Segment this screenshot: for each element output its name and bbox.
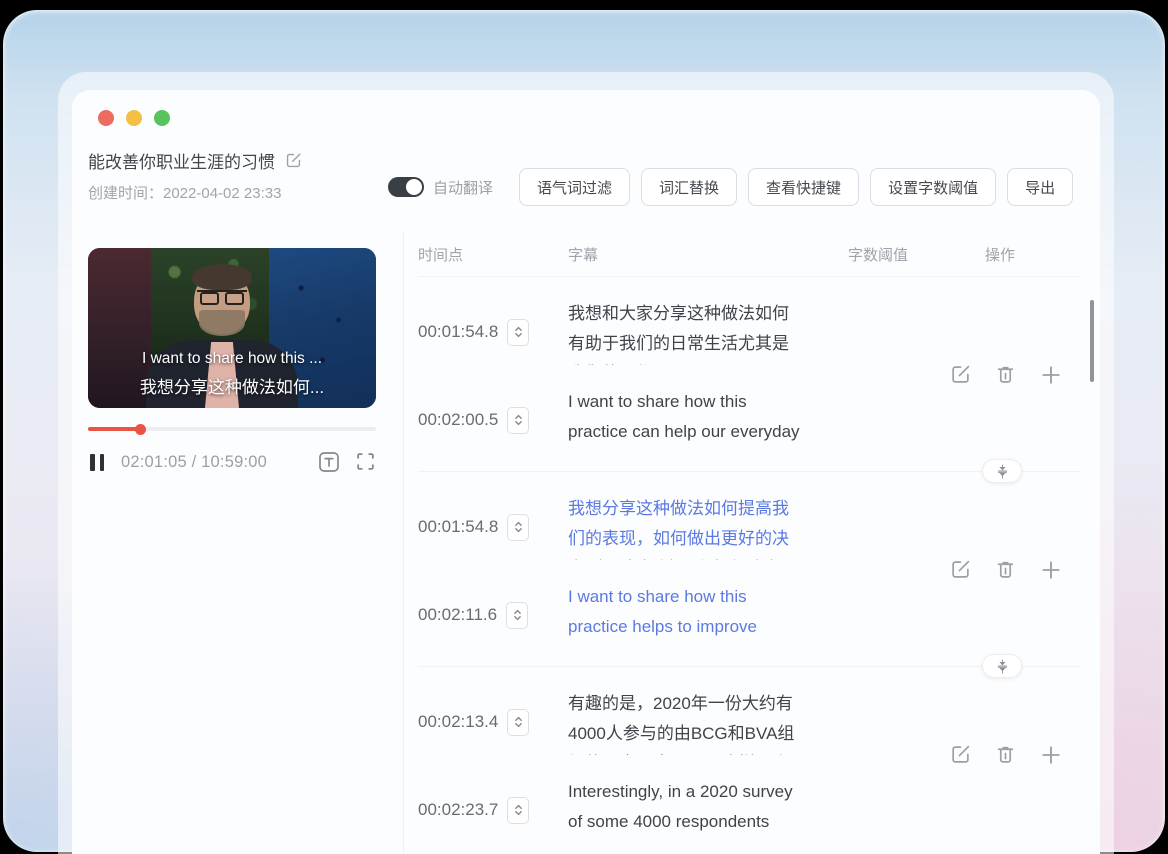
threshold-cell xyxy=(848,387,985,453)
subtitle-row: 00:01:54.8 我想分享这种做法如何提高我 们的表现，如何做出更好的决 定… xyxy=(418,472,1080,560)
progress-bar[interactable] xyxy=(88,423,376,435)
subtitle-text[interactable]: 我想分享这种做法如何提高我 们的表现，如何做出更好的决 定（无论大小），和如何建… xyxy=(568,494,848,560)
add-icon[interactable] xyxy=(1040,744,1062,766)
fullscreen-icon[interactable] xyxy=(355,451,376,473)
subtitle-text[interactable]: Interestingly, in a 2020 survey of some … xyxy=(568,777,848,843)
timestamp: 00:01:54.8 xyxy=(418,517,499,536)
creation-time: 创建时间：2022-04-02 23:33 xyxy=(88,185,282,202)
progress-fill xyxy=(88,427,140,431)
edit-title-icon[interactable] xyxy=(285,152,302,169)
delete-icon[interactable] xyxy=(995,559,1016,581)
add-icon[interactable] xyxy=(1040,364,1062,386)
playback-time: 02:01:05 / 10:59:00 xyxy=(121,452,268,471)
time-stepper[interactable] xyxy=(507,796,530,824)
row-actions xyxy=(950,364,1062,386)
subtitle-table: 时间点 字幕 字数阈值 操作 00:01:54.8 我想和大家分享这种做法如何 … xyxy=(404,232,1100,843)
threshold-cell xyxy=(848,777,985,843)
add-icon[interactable] xyxy=(1040,559,1062,581)
header-threshold: 字数阈值 xyxy=(848,246,909,264)
export-button[interactable]: 导出 xyxy=(1007,168,1074,206)
auto-translate-label: 自动翻译 xyxy=(433,179,494,197)
header-actions: 操作 xyxy=(985,246,1016,264)
row-actions xyxy=(950,559,1062,581)
subtitle-row: 00:01:54.8 我想和大家分享这种做法如何 有助于我们的日常生活尤其是 我… xyxy=(418,277,1080,365)
subtitle-group: 00:01:54.8 我想和大家分享这种做法如何 有助于我们的日常生活尤其是 我… xyxy=(418,277,1080,483)
word-replace-button[interactable]: 词汇替换 xyxy=(641,168,738,206)
close-window-button[interactable] xyxy=(98,110,114,126)
auto-translate-toggle[interactable] xyxy=(388,177,424,197)
subtitle-text[interactable]: 有趣的是，2020年一份大约有 4000人参与的由BCG和BVA组 织的调查问卷… xyxy=(568,689,848,755)
maximize-window-button[interactable] xyxy=(154,110,170,126)
table-header: 时间点 字幕 字数阈值 操作 xyxy=(418,232,1080,277)
row-actions xyxy=(950,744,1062,766)
timestamp: 00:02:00.5 xyxy=(418,410,499,429)
player-controls: 02:01:05 / 10:59:00 xyxy=(88,451,376,473)
time-stepper[interactable] xyxy=(507,708,530,736)
time-stepper[interactable] xyxy=(506,601,529,629)
threshold-cell xyxy=(848,582,985,648)
delete-icon[interactable] xyxy=(995,364,1016,386)
timestamp: 00:02:11.6 xyxy=(418,605,498,624)
scrollbar-thumb[interactable] xyxy=(1090,300,1094,382)
speaker-figure xyxy=(197,290,247,305)
subtitle-row: 00:02:23.7 Interestingly, in a 2020 surv… xyxy=(418,755,1080,843)
header-subtitle: 字幕 xyxy=(568,246,599,264)
filler-word-filter-button[interactable]: 语气词过滤 xyxy=(519,168,631,206)
timestamp: 00:02:13.4 xyxy=(418,712,499,731)
speaker-figure xyxy=(192,264,252,290)
video-preview[interactable]: I want to share how this ... 我想分享这种做法如何.… xyxy=(88,248,376,408)
progress-knob[interactable] xyxy=(134,424,146,435)
timestamp: 00:02:23.7 xyxy=(418,800,499,819)
subtitle-text[interactable]: I want to share how this practice helps … xyxy=(568,582,848,648)
subtitle-row: 00:02:13.4 有趣的是，2020年一份大约有 4000人参与的由BCG和… xyxy=(418,667,1080,755)
threshold-cell xyxy=(848,494,985,560)
edit-icon[interactable] xyxy=(950,744,971,766)
set-word-threshold-button[interactable]: 设置字数阈值 xyxy=(870,168,997,206)
traffic-lights xyxy=(98,110,170,126)
subtitle-group: 00:01:54.8 我想分享这种做法如何提高我 们的表现，如何做出更好的决 定… xyxy=(418,472,1080,678)
subtitle-display-icon[interactable] xyxy=(318,451,340,473)
threshold-cell xyxy=(848,299,985,365)
speaker-figure xyxy=(199,310,245,336)
video-subtitle-zh: 我想分享这种做法如何... xyxy=(139,378,325,397)
toggle-knob xyxy=(406,179,422,195)
edit-icon[interactable] xyxy=(950,559,971,581)
minimize-window-button[interactable] xyxy=(126,110,142,126)
video-subtitle-en: I want to share how this ... xyxy=(141,350,323,367)
video-title: 能改善你职业生涯的习惯 xyxy=(88,153,275,172)
timestamp: 00:01:54.8 xyxy=(418,322,499,341)
app-window: 能改善你职业生涯的习惯 创建时间：2022-04-02 23:33 自动翻译 语… xyxy=(72,90,1100,854)
toolbar: 自动翻译 语气词过滤 词汇替换 查看快捷键 设置字数阈值 导出 xyxy=(388,168,1074,206)
subtitle-group: 00:02:13.4 有趣的是，2020年一份大约有 4000人参与的由BCG和… xyxy=(418,667,1080,843)
time-stepper[interactable] xyxy=(507,513,530,541)
pause-icon[interactable] xyxy=(88,452,106,473)
subtitle-text[interactable]: I want to share how this practice can he… xyxy=(568,387,848,453)
view-shortcuts-button[interactable]: 查看快捷键 xyxy=(748,168,860,206)
delete-icon[interactable] xyxy=(995,744,1016,766)
header-time: 时间点 xyxy=(418,246,464,264)
player-panel: I want to share how this ... 我想分享这种做法如何.… xyxy=(88,248,376,473)
time-stepper[interactable] xyxy=(507,406,530,434)
subtitle-text[interactable]: 我想和大家分享这种做法如何 有助于我们的日常生活尤其是 我们的工作 xyxy=(568,299,848,365)
video-title-block: 能改善你职业生涯的习惯 创建时间：2022-04-02 23:33 xyxy=(88,148,388,203)
edit-icon[interactable] xyxy=(950,364,971,386)
time-stepper[interactable] xyxy=(507,318,530,346)
